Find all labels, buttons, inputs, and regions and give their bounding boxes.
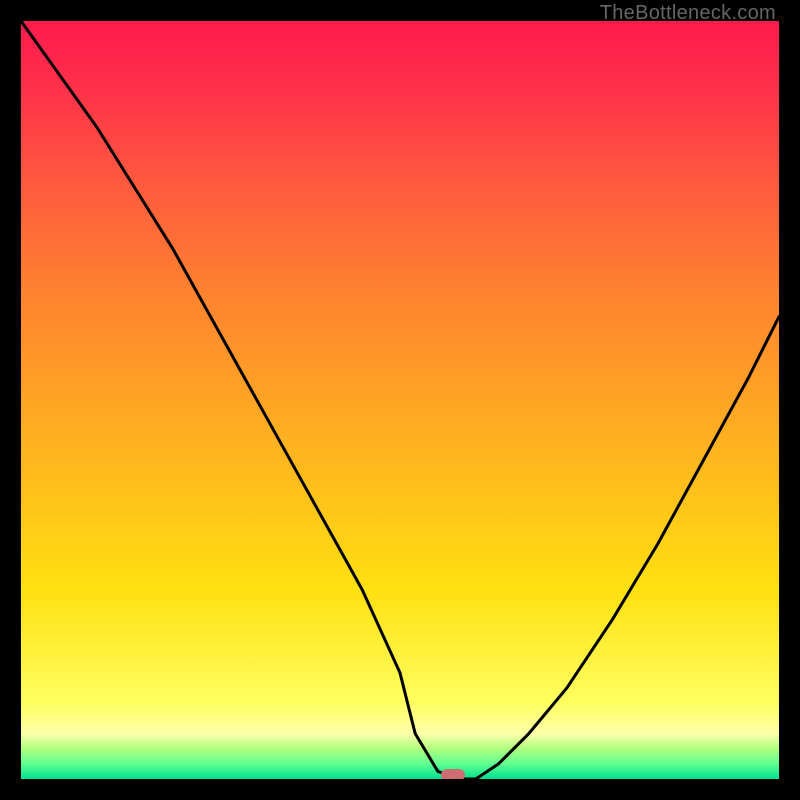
chart-container: TheBottleneck.com bbox=[0, 0, 800, 800]
optimal-point-marker bbox=[441, 769, 465, 779]
curve-svg bbox=[21, 21, 779, 779]
bottleneck-curve-path bbox=[21, 21, 779, 779]
plot-area bbox=[21, 21, 779, 779]
